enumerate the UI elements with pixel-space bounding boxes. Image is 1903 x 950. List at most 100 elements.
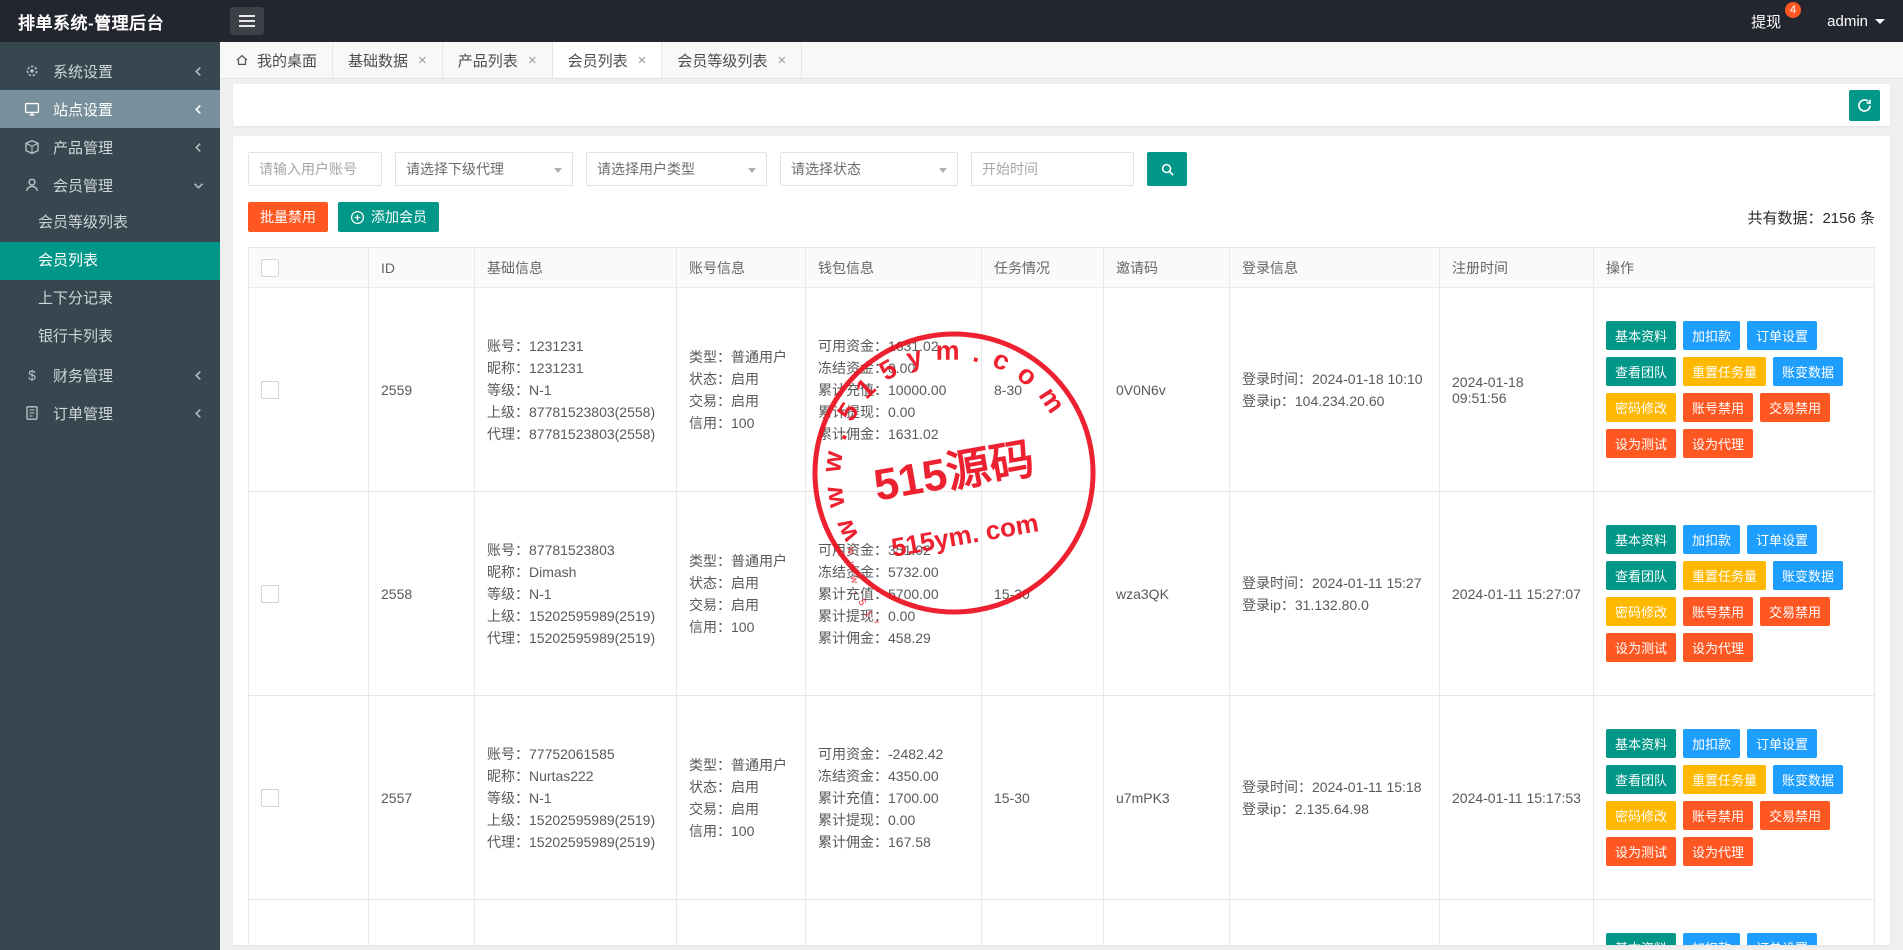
- tab-member-list[interactable]: 会员列表×: [553, 42, 663, 78]
- withdraw-badge: 4: [1785, 2, 1801, 18]
- order-settings-button[interactable]: 订单设置: [1747, 321, 1817, 350]
- chevron-down-icon: [748, 168, 756, 173]
- basic-info-button[interactable]: 基本资料: [1606, 525, 1676, 554]
- row-checkbox[interactable]: [261, 789, 279, 807]
- chevron-left-icon: [193, 408, 204, 419]
- action-line: 基本资料加扣款订单设置: [1606, 525, 1862, 554]
- user-type-select[interactable]: 请选择用户类型: [586, 152, 767, 186]
- reset-task-button[interactable]: 重置任务量: [1683, 561, 1766, 590]
- account-changes-button[interactable]: 账变数据: [1773, 357, 1843, 386]
- sidebar-item-label: 站点设置: [53, 99, 113, 120]
- gear-icon: [24, 63, 41, 80]
- cell-checkbox: [249, 492, 369, 696]
- change-password-button[interactable]: 密码修改: [1606, 597, 1676, 626]
- user-menu[interactable]: admin: [1827, 13, 1885, 30]
- action-row: 批量禁用 添加会员 共有数据：2156 条: [248, 202, 1875, 232]
- add-deduct-button[interactable]: 加扣款: [1683, 525, 1740, 554]
- cell-invite-code: wza3QK: [1104, 492, 1230, 696]
- set-test-button[interactable]: 设为测试: [1606, 837, 1676, 866]
- add-deduct-button[interactable]: 加扣款: [1683, 933, 1740, 945]
- disable-account-button[interactable]: 账号禁用: [1683, 597, 1753, 626]
- cell-actions: 基本资料加扣款订单设置查看团队重置任务量账变数据密码修改账号禁用交易禁用设为测试…: [1594, 696, 1875, 900]
- sidebar-item-updown-records[interactable]: 上下分记录: [0, 280, 220, 318]
- search-button[interactable]: [1147, 152, 1187, 186]
- disable-account-button[interactable]: 账号禁用: [1683, 801, 1753, 830]
- action-line: 密码修改账号禁用交易禁用: [1606, 597, 1862, 626]
- content-area: 请选择下级代理 请选择用户类型 请选择状态: [220, 79, 1903, 950]
- tab-member-level-list[interactable]: 会员等级列表 ×: [662, 42, 802, 78]
- set-test-button[interactable]: 设为测试: [1606, 429, 1676, 458]
- sidebar-item-site-settings[interactable]: 站点设置: [0, 90, 220, 128]
- batch-disable-button[interactable]: 批量禁用: [248, 202, 328, 232]
- set-agent-button[interactable]: 设为代理: [1683, 837, 1753, 866]
- cell-id: 2559: [369, 288, 475, 492]
- tab-label: 产品列表: [458, 50, 518, 71]
- account-input[interactable]: [248, 152, 382, 186]
- plus-circle-icon: [350, 210, 365, 225]
- status-select[interactable]: 请选择状态: [780, 152, 958, 186]
- cell-checkbox: [249, 696, 369, 900]
- reset-task-button[interactable]: 重置任务量: [1683, 357, 1766, 386]
- change-password-button[interactable]: 密码修改: [1606, 801, 1676, 830]
- view-team-button[interactable]: 查看团队: [1606, 765, 1676, 794]
- change-password-button[interactable]: 密码修改: [1606, 393, 1676, 422]
- sidebar-item-system-settings[interactable]: 系统设置: [0, 52, 220, 90]
- refresh-button[interactable]: [1849, 90, 1880, 121]
- reset-task-button[interactable]: 重置任务量: [1683, 765, 1766, 794]
- sidebar-item-member-list[interactable]: 会员列表: [0, 242, 220, 280]
- sidebar-menu: 系统设置站点设置产品管理会员管理会员等级列表会员列表上下分记录银行卡列表$财务管…: [0, 52, 220, 432]
- order-settings-button[interactable]: 订单设置: [1747, 933, 1817, 945]
- tabbar: 我的桌面基础数据×产品列表×会员列表×会员等级列表×: [220, 42, 1903, 79]
- disable-trade-button[interactable]: 交易禁用: [1760, 801, 1830, 830]
- tab-basic-data[interactable]: 基础数据×: [333, 42, 443, 78]
- start-time-input[interactable]: [971, 152, 1134, 186]
- withdraw-link[interactable]: 提现 4: [1751, 11, 1781, 32]
- action-line: 密码修改账号禁用交易禁用: [1606, 801, 1862, 830]
- sidebar-item-order-management[interactable]: 订单管理: [0, 394, 220, 432]
- tab-product-list[interactable]: 产品列表 ×: [443, 42, 553, 78]
- cell-task: 15-30: [982, 696, 1104, 900]
- tab-close-icon[interactable]: ×: [777, 52, 786, 69]
- basic-info-button[interactable]: 基本资料: [1606, 933, 1676, 945]
- tab-label: 会员等级列表: [677, 50, 767, 71]
- add-deduct-button[interactable]: 加扣款: [1683, 321, 1740, 350]
- set-agent-button[interactable]: 设为代理: [1683, 633, 1753, 662]
- tab-close-icon[interactable]: ×: [528, 52, 537, 69]
- sidebar-item-bank-card-list[interactable]: 银行卡列表: [0, 318, 220, 356]
- sidebar-item-finance-management[interactable]: $财务管理: [0, 356, 220, 394]
- set-test-button[interactable]: 设为测试: [1606, 633, 1676, 662]
- table-row: 2558账号：87781523803昵称：Dimash等级：N-1上级：1520…: [249, 492, 1875, 696]
- cell-id: [369, 900, 475, 946]
- add-deduct-button[interactable]: 加扣款: [1683, 729, 1740, 758]
- disable-account-button[interactable]: 账号禁用: [1683, 393, 1753, 422]
- row-checkbox[interactable]: [261, 381, 279, 399]
- cell-task: 8-30: [982, 288, 1104, 492]
- basic-info-button[interactable]: 基本资料: [1606, 321, 1676, 350]
- tab-close-icon[interactable]: ×: [638, 52, 647, 69]
- view-team-button[interactable]: 查看团队: [1606, 357, 1676, 386]
- agent-select[interactable]: 请选择下级代理: [395, 152, 573, 186]
- sidebar-item-product-management[interactable]: 产品管理: [0, 128, 220, 166]
- cell-basic-info: [475, 900, 677, 946]
- action-line: 密码修改账号禁用交易禁用: [1606, 393, 1862, 422]
- set-agent-button[interactable]: 设为代理: [1683, 429, 1753, 458]
- account-changes-button[interactable]: 账变数据: [1773, 561, 1843, 590]
- add-member-button[interactable]: 添加会员: [338, 202, 439, 232]
- sidebar: 系统设置站点设置产品管理会员管理会员等级列表会员列表上下分记录银行卡列表$财务管…: [0, 42, 220, 950]
- tab-desktop[interactable]: 我的桌面: [220, 42, 333, 78]
- cell-account-info: 类型：普通用户状态：启用交易：启用信用：100: [677, 288, 806, 492]
- disable-trade-button[interactable]: 交易禁用: [1760, 597, 1830, 626]
- user-type-select-value: 请选择用户类型: [597, 159, 695, 179]
- account-changes-button[interactable]: 账变数据: [1773, 765, 1843, 794]
- select-all-checkbox[interactable]: [261, 259, 279, 277]
- order-settings-button[interactable]: 订单设置: [1747, 525, 1817, 554]
- sidebar-item-member-level-list[interactable]: 会员等级列表: [0, 204, 220, 242]
- row-checkbox[interactable]: [261, 585, 279, 603]
- disable-trade-button[interactable]: 交易禁用: [1760, 393, 1830, 422]
- order-settings-button[interactable]: 订单设置: [1747, 729, 1817, 758]
- view-team-button[interactable]: 查看团队: [1606, 561, 1676, 590]
- sidebar-item-member-management[interactable]: 会员管理: [0, 166, 220, 204]
- tab-close-icon[interactable]: ×: [418, 52, 427, 69]
- basic-info-button[interactable]: 基本资料: [1606, 729, 1676, 758]
- menu-toggle-button[interactable]: [230, 7, 264, 35]
